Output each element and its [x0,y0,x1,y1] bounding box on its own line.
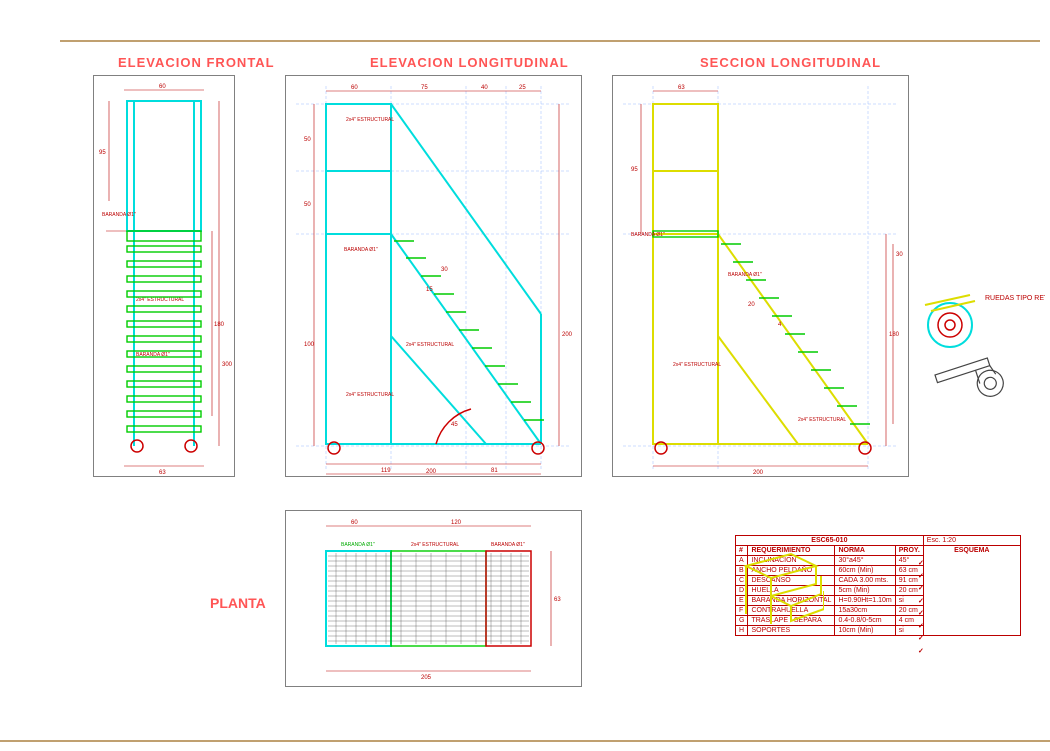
svg-text:100: 100 [304,342,315,348]
svg-text:BARANDA Ø1": BARANDA Ø1" [728,272,762,278]
svg-text:2x4" ESTRUCTURAL: 2x4" ESTRUCTURAL [673,362,721,368]
svg-text:15: 15 [426,287,433,293]
svg-text:81: 81 [491,468,498,474]
svg-text:200: 200 [753,470,764,476]
svg-text:205: 205 [421,675,432,681]
title-seccion: SECCION LONGITUDINAL [700,55,881,70]
svg-text:180: 180 [214,322,225,328]
spec-table: ESC65-010Esc. 1:20 #REQUERIMIENTONORMAPR… [735,535,1021,636]
svg-text:2x4" ESTRUCTURAL: 2x4" ESTRUCTURAL [798,417,846,423]
svg-text:120: 120 [451,520,462,526]
svg-text:119: 119 [381,468,391,474]
check-column: ✓✓✓✓✓✓✓✓ [918,558,924,658]
svg-text:2x4" ESTRUCTURAL: 2x4" ESTRUCTURAL [136,297,184,303]
svg-text:95: 95 [99,150,106,156]
svg-text:60: 60 [351,85,358,91]
svg-text:20: 20 [748,302,755,308]
svg-text:50: 50 [304,202,311,208]
panel-long: 60 75 40 25 2x4" ESTRUCTURAL BARANDA Ø1"… [285,75,582,477]
svg-text:BARANDA Ø1": BARANDA Ø1" [341,542,375,548]
svg-text:75: 75 [421,85,428,91]
title-planta: PLANTA [210,595,266,611]
svg-text:300: 300 [222,362,233,368]
svg-text:BARANDA Ø1": BARANDA Ø1" [491,542,525,548]
svg-text:BARANDA Ø1": BARANDA Ø1" [344,247,378,253]
svg-text:95: 95 [631,167,638,173]
svg-text:60: 60 [351,520,358,526]
svg-text:50: 50 [304,137,311,143]
svg-text:BARANDA Ø1": BARANDA Ø1" [631,232,665,238]
svg-text:63: 63 [159,470,166,476]
esquema-cell: ESQUEMA [923,546,1020,636]
svg-text:2x4" ESTRUCTURAL: 2x4" ESTRUCTURAL [346,392,394,398]
svg-text:60: 60 [159,84,166,90]
title-long: ELEVACION LONGITUDINAL [370,55,569,70]
wheel-detail: RUEDAS TIPO RETRÁCTILES DE SEGURIDAD [915,275,1045,455]
panel-seccion: 63 BARANDA Ø1" BARANDA Ø1" 2x4" ESTRUCTU… [612,75,909,477]
svg-text:RUEDAS TIPO RETRÁCTILES DE SEG: RUEDAS TIPO RETRÁCTILES DE SEGURIDAD [985,293,1045,302]
svg-text:2x4" ESTRUCTURAL: 2x4" ESTRUCTURAL [411,542,459,548]
svg-text:200: 200 [426,469,437,475]
svg-text:200: 200 [562,332,573,338]
svg-text:BARANDA Ø1": BARANDA Ø1" [102,212,136,218]
panel-planta: 60 120 BARANDA Ø1" 2x4" ESTRUCTURAL BARA… [285,510,582,687]
svg-text:30: 30 [441,267,448,273]
svg-text:63: 63 [554,597,561,603]
panel-frontal: 60 BARANDA Ø1" 2x4" ESTRUCTURAL BARANDA … [93,75,235,477]
svg-text:180: 180 [889,332,900,338]
svg-text:40: 40 [481,85,488,91]
svg-text:2x4" ESTRUCTURAL: 2x4" ESTRUCTURAL [346,117,394,123]
svg-text:30: 30 [896,252,903,258]
title-frontal: ELEVACION FRONTAL [118,55,275,70]
svg-text:2x4" ESTRUCTURAL: 2x4" ESTRUCTURAL [406,342,454,348]
svg-text:25: 25 [519,85,526,91]
svg-text:63: 63 [678,85,685,91]
svg-text:45: 45 [451,422,458,428]
